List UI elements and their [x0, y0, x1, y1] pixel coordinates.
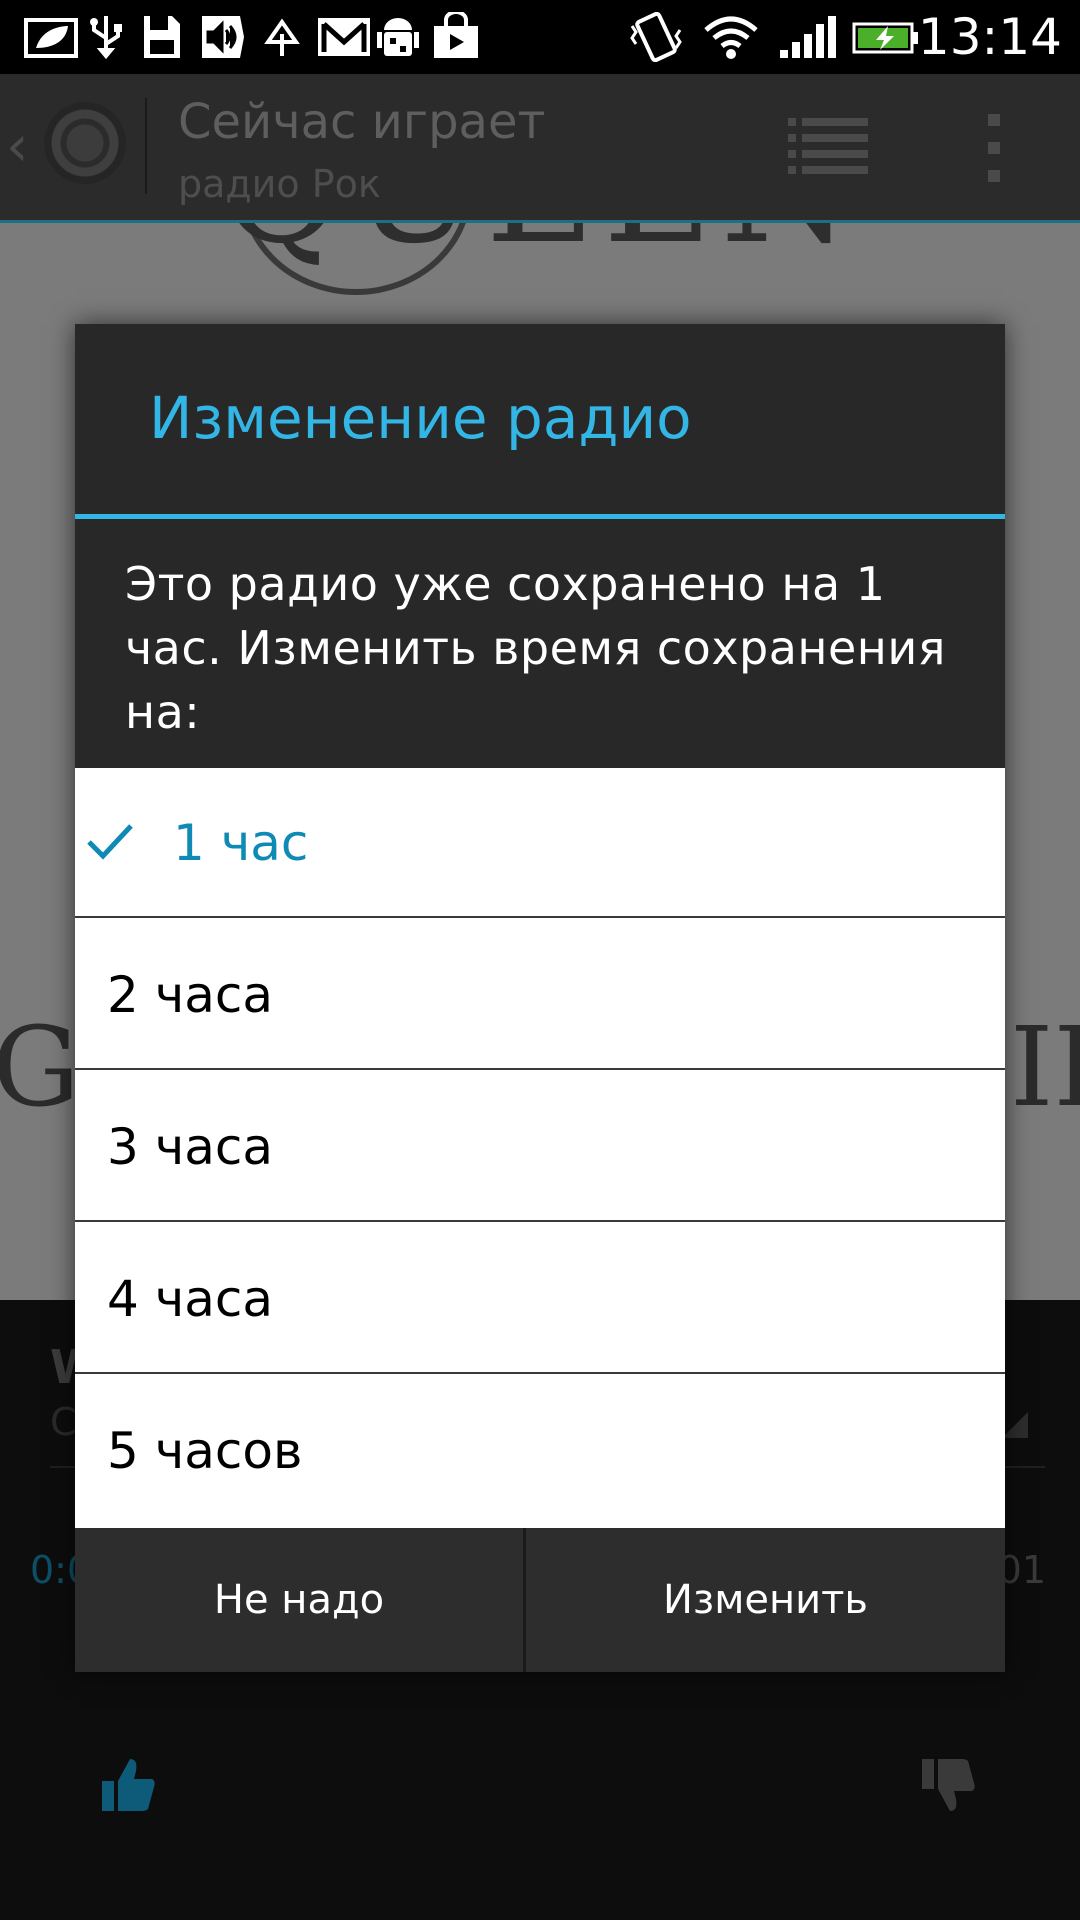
album-art-bottom-text: G — [0, 1003, 80, 1131]
thumbs-up-icon[interactable] — [98, 1755, 158, 1815]
option-1-hour[interactable]: 1 час — [75, 768, 1005, 918]
app-logo[interactable] — [44, 102, 126, 184]
dialog-button-bar: Не надо Изменить — [75, 1528, 1005, 1672]
option-3-hours[interactable]: 3 часа — [75, 1072, 1005, 1222]
expand-corner-icon[interactable] — [1002, 1412, 1028, 1438]
sd-card-icon — [144, 16, 180, 58]
option-4-hours[interactable]: 4 часа — [75, 1224, 1005, 1374]
album-art-top-text: QUEEN — [220, 223, 860, 277]
playlist-icon[interactable] — [788, 116, 868, 176]
thumbs-down-icon[interactable] — [918, 1755, 978, 1815]
play-store-icon — [434, 12, 478, 58]
wifi-icon — [704, 16, 758, 59]
dialog-message: Это радио уже сохранено на 1 час. Измени… — [125, 557, 946, 739]
signal-icon — [780, 16, 836, 58]
android-debug-icon — [377, 18, 419, 56]
clock: 13:14 — [917, 8, 1062, 66]
action-bar-divider — [145, 98, 147, 194]
vibrate-icon — [630, 12, 682, 62]
battery-charging-icon — [852, 22, 918, 54]
confirm-button[interactable]: Изменить — [526, 1528, 1005, 1672]
leaf-screen-icon — [24, 18, 78, 58]
duration-options-list: 1 час 2 часа 3 часа 4 часа 5 часов — [75, 768, 1005, 1528]
dialog-title: Изменение радио — [149, 384, 692, 452]
gmail-icon — [318, 18, 370, 56]
action-bar-title: Сейчас играет — [178, 94, 546, 150]
option-label: 4 часа — [107, 1270, 274, 1328]
checkmark-icon — [87, 824, 133, 860]
option-5-hours[interactable]: 5 часов — [75, 1376, 1005, 1526]
cancel-button[interactable]: Не надо — [75, 1528, 523, 1672]
option-2-hours[interactable]: 2 часа — [75, 920, 1005, 1070]
dialog-title-divider — [75, 514, 1005, 519]
usb-icon — [90, 16, 122, 60]
action-bar: ‹ Сейчас играет радио Рок — [0, 74, 1080, 223]
album-art-bottom-right-text: III — [1010, 1003, 1080, 1131]
back-chevron-icon[interactable]: ‹ — [6, 114, 28, 179]
change-radio-dialog: Изменение радио Это радио уже сохранено … — [75, 324, 1005, 1672]
action-bar-subtitle: радио Рок — [178, 162, 381, 206]
option-label: 5 часов — [107, 1422, 303, 1480]
overflow-menu-icon[interactable] — [984, 114, 1004, 184]
option-label: 1 час — [173, 814, 309, 872]
upload-icon — [264, 18, 300, 56]
option-label: 3 часа — [107, 1118, 274, 1176]
track-artist: C — [50, 1400, 77, 1444]
sound-icon — [202, 16, 244, 58]
option-label: 2 часа — [107, 966, 274, 1024]
status-bar: 13:14 — [0, 0, 1080, 74]
